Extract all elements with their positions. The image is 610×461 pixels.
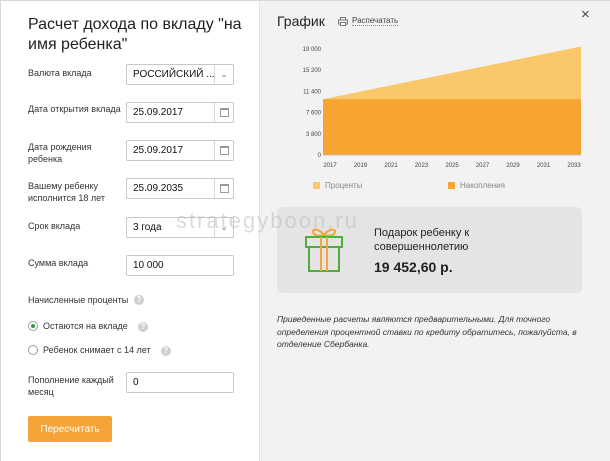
age18-field[interactable]: 25.09.2035 xyxy=(126,178,234,199)
y-tick-label: 3 800 xyxy=(306,132,322,138)
y-tick-label: 19 000 xyxy=(303,47,322,53)
help-icon[interactable]: ? xyxy=(134,295,144,305)
age18-label: Вашему ребенку исполнится 18 лет xyxy=(28,181,105,203)
calendar-icon[interactable] xyxy=(214,179,233,198)
birth-date-label: Дата рождения ребенка xyxy=(28,142,92,164)
amount-input[interactable]: 10 000 xyxy=(126,255,234,276)
print-link[interactable]: Распечатать xyxy=(338,16,399,26)
legend-label: Накопления xyxy=(460,181,505,190)
watermark-text: strategyboon.ru xyxy=(176,208,359,233)
chevron-down-icon[interactable]: ⌄ xyxy=(214,65,233,84)
x-tick-label: 2023 xyxy=(415,163,429,169)
open-date-field[interactable]: 25.09.2017 xyxy=(126,102,234,123)
y-tick-label: 11 400 xyxy=(303,89,322,95)
x-tick-label: 2025 xyxy=(445,163,459,169)
gift-amount: 19 452,60 р. xyxy=(374,259,453,275)
age18-value: 25.09.2035 xyxy=(133,183,184,194)
term-label: Срок вклада xyxy=(28,221,81,231)
x-tick-label: 2033 xyxy=(567,163,581,169)
x-tick-label: 2019 xyxy=(354,163,368,169)
y-tick-label: 7 600 xyxy=(306,111,322,117)
deposit-calculator-modal: Расчет дохода по вкладу "на имя ребенка"… xyxy=(0,0,610,461)
legend-swatch xyxy=(313,182,320,189)
legend-interest: Проценты xyxy=(313,181,362,190)
currency-label: Валюта вклада xyxy=(28,68,92,78)
x-tick-label: 2027 xyxy=(476,163,490,169)
help-icon[interactable]: ? xyxy=(161,346,171,356)
interest-label: Начисленные проценты xyxy=(28,295,129,305)
term-value: 3 года xyxy=(133,222,162,233)
calendar-icon[interactable] xyxy=(214,141,233,160)
amount-value: 10 000 xyxy=(133,260,164,271)
birth-date-value: 25.09.2017 xyxy=(133,145,184,156)
currency-select[interactable]: РОССИЙСКИЙ ... ⌄ xyxy=(126,64,234,85)
x-tick-label: 2029 xyxy=(506,163,520,169)
series-area-savings xyxy=(323,99,581,155)
y-tick-label: 0 xyxy=(318,153,322,159)
legend-swatch xyxy=(448,182,455,189)
amount-label: Сумма вклада xyxy=(28,258,89,268)
close-icon[interactable]: × xyxy=(581,6,590,23)
x-tick-label: 2021 xyxy=(384,163,398,169)
x-tick-label: 2031 xyxy=(537,163,551,169)
print-label[interactable]: Распечатать xyxy=(352,16,399,26)
page-title: Расчет дохода по вкладу "на имя ребенка" xyxy=(28,16,242,53)
radio-stay[interactable] xyxy=(28,321,38,331)
monthly-input[interactable]: 0 xyxy=(126,372,234,393)
radio-stay-label[interactable]: Остаются на вкладе xyxy=(43,320,128,332)
radio-withdraw-label[interactable]: Ребенок снимает с 14 лет xyxy=(43,344,151,356)
y-tick-label: 15 200 xyxy=(303,68,322,74)
open-date-label: Дата открытия вклада xyxy=(28,104,121,114)
open-date-value: 25.09.2017 xyxy=(133,107,184,118)
help-icon[interactable]: ? xyxy=(138,322,148,332)
recalculate-button[interactable]: Пересчитать xyxy=(28,416,112,442)
legend-label: Проценты xyxy=(325,181,363,190)
gift-text: Подарок ребенку к совершеннолетию xyxy=(374,227,470,253)
legend-savings: Накопления xyxy=(448,181,505,190)
graph-title: График xyxy=(277,13,325,29)
monthly-value: 0 xyxy=(133,377,139,388)
monthly-label: Пополнение каждый месяц xyxy=(28,375,114,397)
disclaimer-note: Приведенные расчеты являются предварител… xyxy=(277,314,577,349)
radio-withdraw[interactable] xyxy=(28,345,38,355)
savings-chart: 19 000 15 200 11 400 7 600 3 800 02017 2019 202… xyxy=(303,46,581,169)
x-tick-label: 2017 xyxy=(323,163,337,169)
currency-value: РОССИЙСКИЙ ... xyxy=(133,69,215,80)
calendar-icon[interactable] xyxy=(214,103,233,122)
birth-date-field[interactable]: 25.09.2017 xyxy=(126,140,234,161)
printer-icon xyxy=(338,16,348,26)
